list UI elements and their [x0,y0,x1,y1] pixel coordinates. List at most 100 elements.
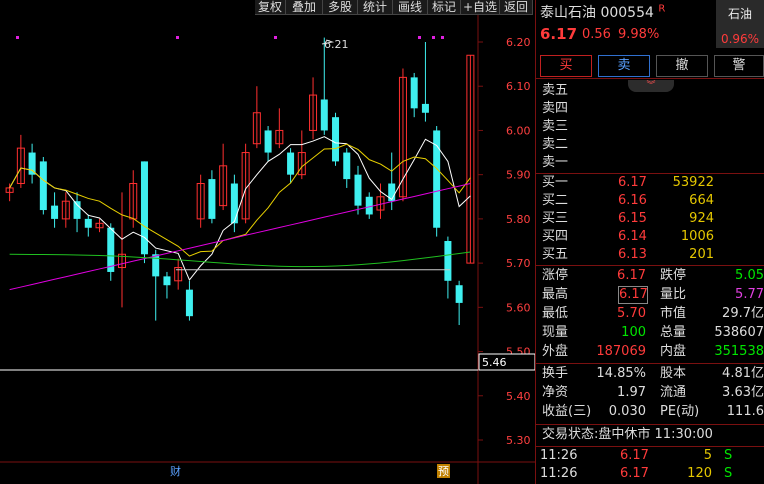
stat-value: 351538 [714,344,764,359]
divider [536,424,764,425]
tick-side: S [724,466,733,481]
event-dot-marker [16,36,19,39]
ma10-line [9,143,471,257]
buy-level-volume: 924 [689,211,714,226]
stat-label: PE(动) [660,404,700,419]
price-tick-label: 6.00 [506,124,531,137]
trade-status: 交易状态:盘中休市 11:30:00 [542,426,713,444]
candle-body-down [320,99,328,131]
toolbar-statistics-button[interactable]: 统计 [358,0,393,15]
stat-value: 5.05 [735,268,764,283]
stat-label: 涨停 [542,268,569,283]
buy-level-label: 买一 [542,175,569,190]
stat-value: 14.85% [596,366,646,381]
alert-button[interactable]: 警 [714,55,764,77]
event-dot-marker [176,36,179,39]
toolbar-restore-rights-button[interactable]: 复权 [255,0,286,15]
candle-body-down [365,196,373,215]
candle-body-down [230,183,238,224]
stat-value: 538607 [714,325,764,340]
sell-level-label: 卖二 [542,137,569,152]
sell-level-label: 卖五 [542,83,569,98]
ma60-line [9,251,471,268]
candle-body-down [332,117,340,162]
price-tick-label: 5.80 [506,213,531,226]
price-cursor-label: 5.46 [482,356,507,369]
buy-level-price: 6.13 [618,247,647,262]
stat-value: 29.7亿 [722,306,764,321]
candle-body-down [163,276,171,286]
sell-level-label: 卖一 [542,155,569,170]
toolbar-back-button[interactable]: 返回 [500,0,533,15]
candle-body-down [455,285,463,303]
stock-name: 泰山石油 [540,5,596,21]
toolbar-mark-button[interactable]: 标记 [428,0,461,15]
sell-button[interactable]: 卖 [598,55,650,77]
candle-body-down [208,179,216,219]
stat-label: 收益(三) [542,404,592,419]
buy-button[interactable]: 买 [540,55,592,77]
tick-time: 11:26 [540,448,578,463]
candle-body-down [152,254,160,277]
sell-level-label: 卖三 [542,119,569,134]
stat-value: 111.6 [726,404,764,419]
stock-price: 6.17 [540,25,578,43]
toolbar-overlay-button[interactable]: 叠加 [286,0,323,15]
toolbar-multi-stock-button[interactable]: 多股 [323,0,358,15]
stat-value: 3.63亿 [722,385,764,400]
stat-label: 流通 [660,385,687,400]
stat-value: 1.97 [617,385,646,400]
toolbar-draw-line-button[interactable]: 画线 [393,0,428,15]
buy-level-price: 6.16 [618,193,647,208]
stat-label: 换手 [542,366,569,381]
stock-change-pct: 9.98% [618,27,660,42]
divider [536,78,764,79]
buy-level-volume: 201 [689,247,714,262]
price-tick-label: 5.90 [506,169,531,182]
event-dot-marker [274,36,277,39]
price-tick-label: 5.70 [506,257,531,270]
buy-level-price: 6.17 [618,175,647,190]
tick-time: 11:26 [540,466,578,481]
stat-value: 5.70 [617,306,646,321]
sector-box[interactable]: 石油 0.96% [716,0,764,48]
sell-level-label: 卖四 [542,101,569,116]
candle-body-down [343,152,351,180]
panel-divider [535,0,536,484]
divider [536,173,764,174]
candle-body-down [264,130,272,153]
candle-body-down [73,201,81,219]
stat-label: 总量 [660,325,687,340]
event-dot-marker [418,36,421,39]
event-dot-marker [432,36,435,39]
tick-price: 6.17 [620,448,649,463]
stat-label: 跌停 [660,268,687,283]
buy-level-volume: 53922 [672,175,714,190]
stat-value: 5.77 [735,287,764,302]
candle-body-down [410,77,418,109]
candle-body-down [287,152,295,175]
trade-status-label: 交易状态: [542,427,599,442]
toolbar-add-watchlist-button[interactable]: +自选 [461,0,500,15]
double-chevron-down-icon[interactable]: ︾ [628,80,674,92]
cancel-order-button[interactable]: 撤 [656,55,708,77]
stat-value: 6.17 [617,268,646,283]
trade-status-value: 盘中休市 11:30:00 [598,427,713,442]
buy-level-label: 买五 [542,247,569,262]
buy-level-volume: 1006 [680,229,714,244]
stock-badge: R [658,3,666,15]
candle-body-down [28,152,36,175]
buy-level-price: 6.14 [618,229,647,244]
candle-body-down [51,205,59,219]
tick-volume: 5 [703,448,712,463]
stat-label: 现量 [542,325,569,340]
event-dot-marker [441,36,444,39]
buy-level-label: 买二 [542,193,569,208]
financial-report-marker: 财 [170,464,181,478]
stat-label: 市值 [660,306,687,321]
stat-label: 外盘 [542,344,569,359]
stat-label: 最高 [542,287,569,302]
buy-level-label: 买三 [542,211,569,226]
forecast-marker: 预 [438,465,449,478]
tick-price: 6.17 [620,466,649,481]
